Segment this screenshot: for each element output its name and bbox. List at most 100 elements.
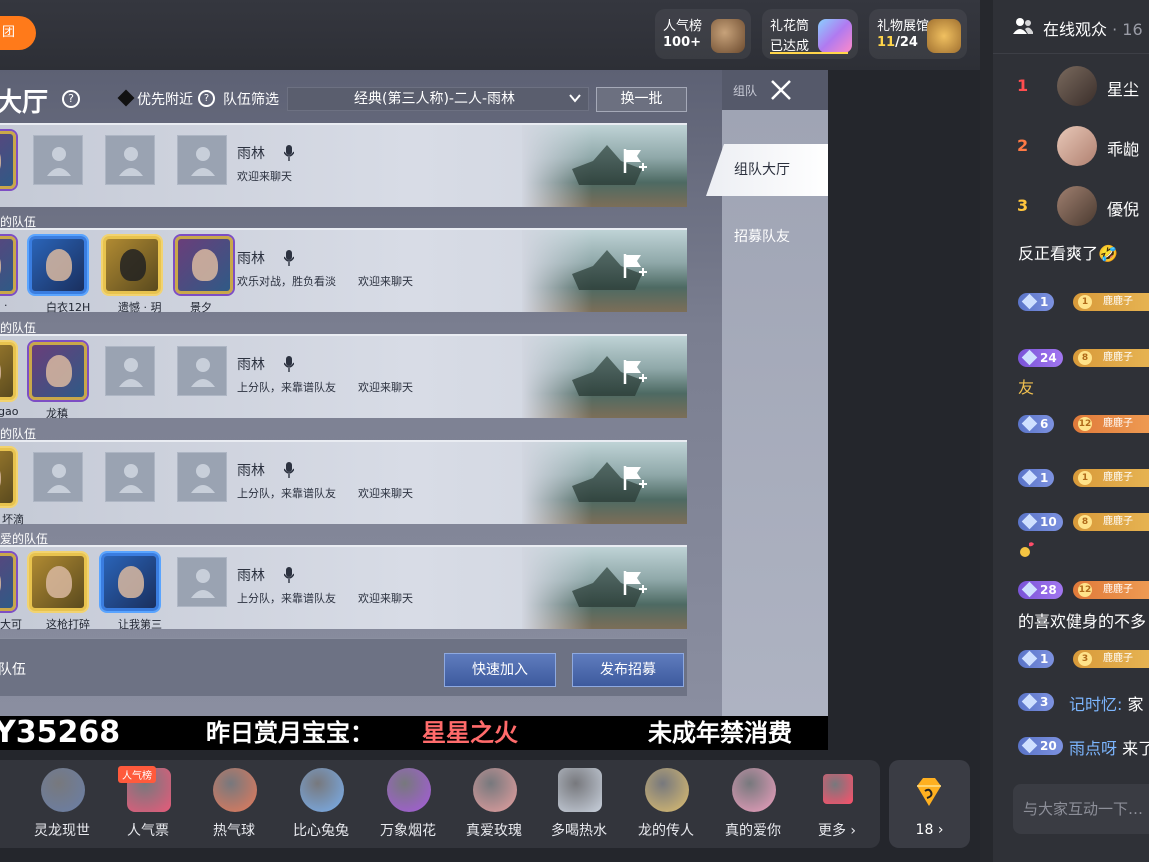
team-card[interactable]: 雨林 欢迎来聊天 bbox=[0, 123, 687, 207]
empty-slot[interactable] bbox=[33, 452, 83, 502]
dragon-heir-gift-icon bbox=[645, 768, 689, 812]
join-flag-icon[interactable] bbox=[621, 252, 647, 280]
urn-icon bbox=[711, 19, 745, 53]
gift-box-icon bbox=[823, 774, 853, 804]
fireworks-tube-badge[interactable]: 礼花筒 已达成 bbox=[762, 9, 858, 59]
mic-icon bbox=[284, 250, 294, 266]
scroll-gutter bbox=[980, 0, 993, 862]
gift-item[interactable]: 比心兔兔 bbox=[281, 768, 361, 840]
quick-join-button[interactable]: 快速加入 bbox=[444, 653, 556, 687]
balloon-gift-icon bbox=[213, 768, 257, 812]
gift-item[interactable]: 热气球 bbox=[194, 768, 274, 840]
member-avatar[interactable] bbox=[0, 131, 16, 189]
team-card[interactable]: gao 龙稹 雨林 上分队，来靠谱队友 欢迎来聊天 bbox=[0, 334, 687, 420]
member-name: 景夕 bbox=[190, 301, 212, 314]
gift-bar: 灵龙现世 人气榜 人气票 热气球 比心兔兔 万象烟花 真爱玫瑰 多喝热水 龙的传人… bbox=[0, 760, 880, 848]
join-flag-icon[interactable] bbox=[621, 569, 647, 597]
avatar bbox=[1057, 66, 1097, 106]
popularity-rank-badge[interactable]: 人气榜 100+ bbox=[655, 9, 751, 59]
badge-title: 礼物展馆 bbox=[877, 19, 930, 34]
top-viewer-row[interactable]: 3 優倪 bbox=[993, 178, 1149, 234]
gift-item[interactable]: 万象烟花 bbox=[368, 768, 448, 840]
member-avatar[interactable] bbox=[101, 553, 159, 611]
nearby-help-icon[interactable]: ? bbox=[198, 90, 215, 107]
member-avatar[interactable] bbox=[103, 236, 161, 294]
user-level-badge: 6 bbox=[1018, 415, 1055, 433]
top-viewer-row[interactable]: 2 乖龅 bbox=[993, 118, 1149, 174]
gift-item[interactable]: 龙的传人 bbox=[626, 768, 706, 840]
team-tag: 欢迎来聊天 bbox=[358, 275, 413, 288]
empty-slot[interactable] bbox=[177, 557, 227, 607]
top-viewer-row[interactable]: 1 星尘 bbox=[993, 58, 1149, 114]
chat-input[interactable]: 与大家互动一下… bbox=[1013, 784, 1149, 834]
game-video-area: 大厅 ? 优先附近 ? 队伍筛选 经典(第三人称)-二人-雨林 换一批 雨林 欢… bbox=[0, 70, 828, 716]
member-avatar[interactable] bbox=[29, 553, 87, 611]
member-avatar[interactable] bbox=[0, 342, 16, 400]
join-flag-icon[interactable] bbox=[621, 358, 647, 386]
diamond-balance-button[interactable]: 18 › bbox=[889, 760, 970, 848]
person-icon bbox=[119, 147, 143, 176]
map-preview bbox=[522, 442, 687, 524]
member-name: gao bbox=[0, 405, 19, 418]
finger-heart-emoji-icon bbox=[1020, 542, 1034, 557]
ticker-highlight: 星星之火 bbox=[422, 719, 518, 747]
tab-recruit[interactable]: 招募队友 bbox=[734, 226, 790, 246]
member-name: · bbox=[4, 299, 8, 312]
team-filter-select[interactable]: 经典(第三人称)-二人-雨林 bbox=[287, 87, 589, 111]
join-flag-icon[interactable] bbox=[621, 147, 647, 175]
empty-slot[interactable] bbox=[177, 452, 227, 502]
gift-gallery-badge[interactable]: 礼物展馆 11/24 bbox=[869, 9, 967, 59]
person-icon bbox=[119, 464, 143, 493]
chevron-down-icon bbox=[569, 94, 581, 103]
empty-slot[interactable] bbox=[177, 135, 227, 185]
member-avatar[interactable] bbox=[0, 553, 16, 611]
team-tag: 欢迎来聊天 bbox=[358, 487, 413, 500]
member-avatar[interactable] bbox=[0, 236, 16, 294]
badge-value: 100+ bbox=[663, 35, 702, 50]
badge-title: 礼花筒 bbox=[770, 19, 810, 34]
team-card[interactable]: 坏滴 雨林 上分队，来靠谱队友 欢迎来聊天 bbox=[0, 440, 687, 526]
fireworks-icon bbox=[818, 19, 852, 53]
empty-slot[interactable] bbox=[33, 135, 83, 185]
member-avatar[interactable] bbox=[29, 342, 87, 400]
fan-club-badge: 8 鹿鹿子 bbox=[1073, 513, 1149, 531]
empty-slot[interactable] bbox=[105, 135, 155, 185]
gift-name: 多喝热水 bbox=[551, 823, 607, 839]
gift-item[interactable]: 多喝热水 bbox=[539, 768, 619, 840]
member-avatar[interactable] bbox=[175, 236, 233, 294]
gift-name: 人气票 bbox=[127, 823, 169, 839]
member-name: 让我第三 bbox=[118, 618, 162, 631]
empty-slot[interactable] bbox=[105, 346, 155, 396]
refresh-button[interactable]: 换一批 bbox=[596, 87, 687, 112]
close-icon[interactable] bbox=[769, 78, 793, 102]
team-card[interactable]: · 白衣12H 遗憾 · 玥 景夕 雨林 欢乐对战，胜负看淡 欢迎来聊天 bbox=[0, 228, 687, 314]
audience-header[interactable]: 在线观众 · 16 bbox=[993, 0, 1149, 54]
empty-slot[interactable] bbox=[177, 346, 227, 396]
fan-group-button[interactable]: 团 bbox=[0, 16, 36, 50]
rose-gift-icon bbox=[473, 768, 517, 812]
gift-item[interactable]: 灵龙现世 bbox=[22, 768, 102, 840]
more-gifts-button[interactable]: 更多 › bbox=[797, 768, 877, 840]
person-icon bbox=[191, 358, 215, 387]
member-name: 白衣12H bbox=[46, 301, 91, 314]
team-card[interactable]: 大可 这枪打碎 让我第三 雨林 上分队，来靠谱队友 欢迎来聊天 bbox=[0, 545, 687, 631]
member-name: 这枪打碎 bbox=[46, 618, 90, 631]
nearby-checkbox[interactable] bbox=[117, 89, 135, 107]
member-avatar[interactable] bbox=[29, 236, 87, 294]
person-icon bbox=[191, 569, 215, 598]
person-icon bbox=[47, 464, 71, 493]
gift-item[interactable]: 真的爱你 bbox=[713, 768, 793, 840]
empty-slot[interactable] bbox=[105, 452, 155, 502]
gift-name: 真爱玫瑰 bbox=[466, 823, 522, 839]
tab-team-lobby[interactable]: 组队大厅 bbox=[706, 144, 828, 196]
join-flag-icon[interactable] bbox=[621, 464, 647, 492]
member-name: 坏滴 bbox=[2, 513, 24, 526]
mic-icon bbox=[284, 462, 294, 478]
rank-number: 2 bbox=[1017, 136, 1029, 155]
help-icon[interactable]: ? bbox=[62, 90, 80, 108]
publish-recruit-button[interactable]: 发布招募 bbox=[572, 653, 684, 687]
gift-item[interactable]: 人气榜 人气票 bbox=[108, 766, 188, 840]
gift-item[interactable]: 真爱玫瑰 bbox=[454, 768, 534, 840]
member-avatar[interactable] bbox=[0, 448, 16, 506]
badge-value: 11/24 bbox=[877, 35, 918, 50]
